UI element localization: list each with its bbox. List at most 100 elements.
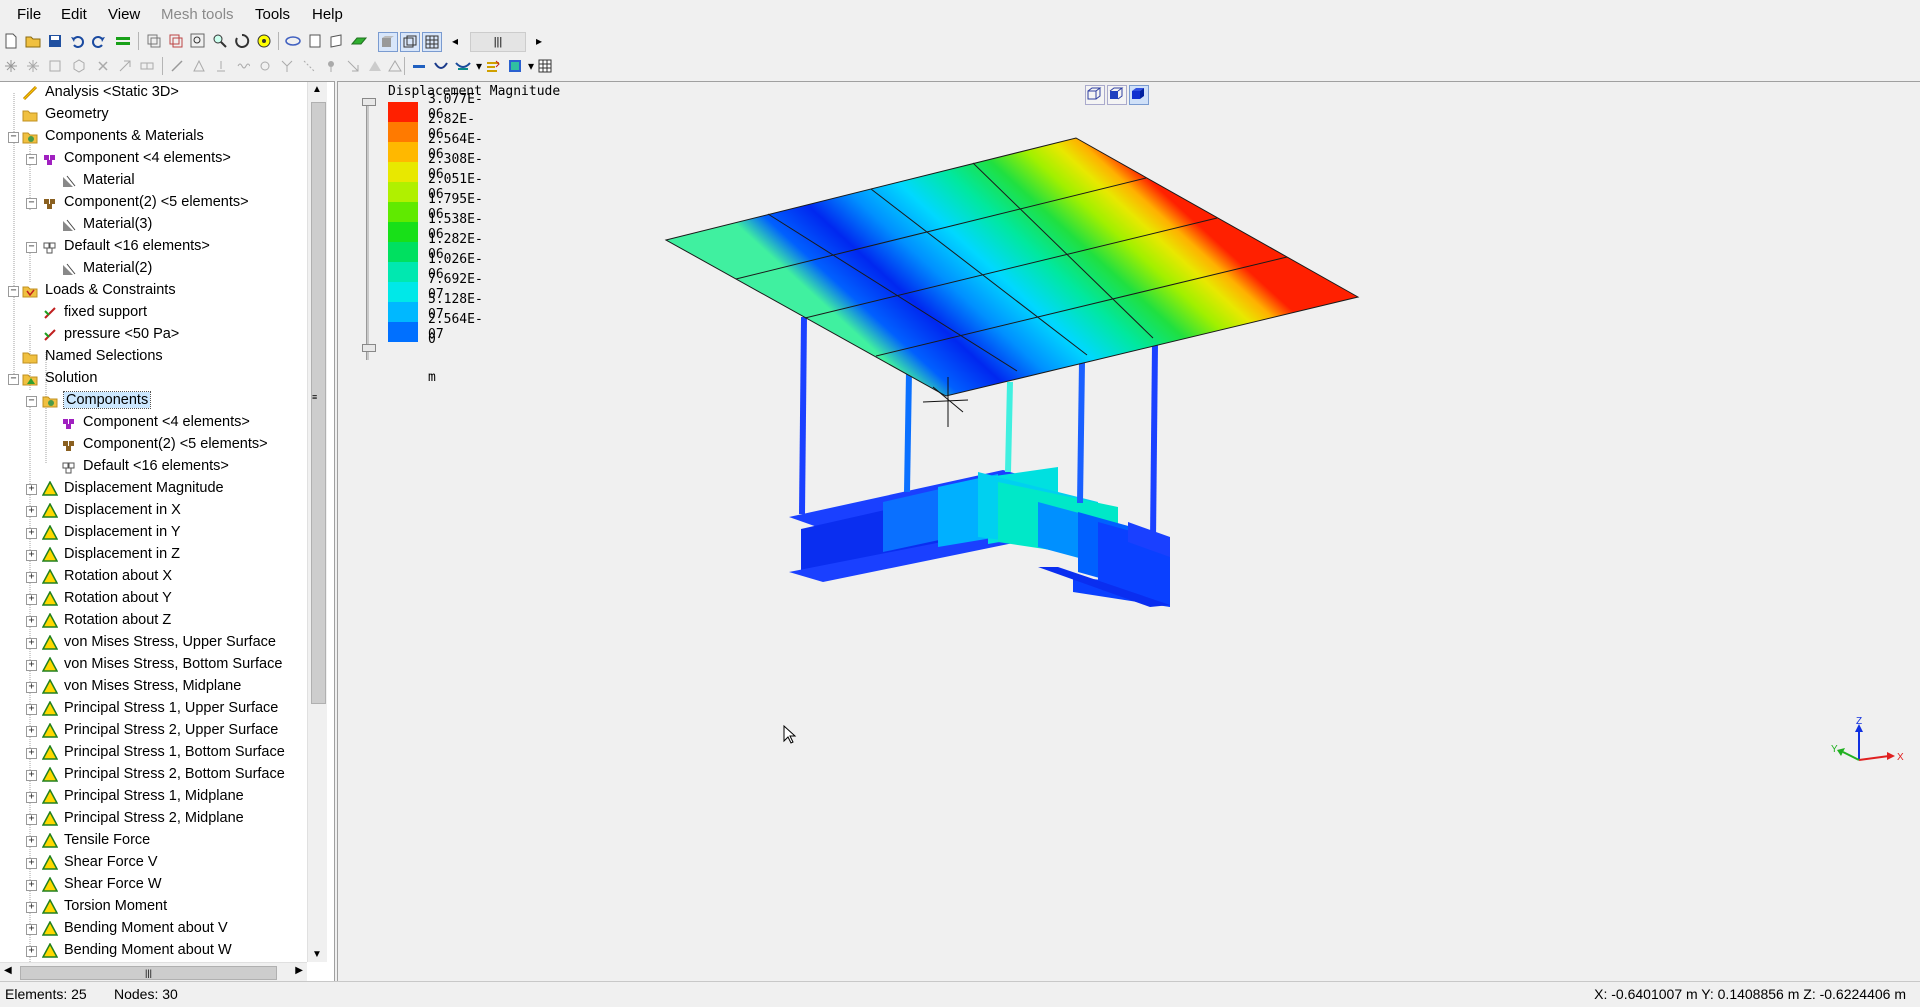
tree-item-named-selections[interactable]: Named Selections: [0, 346, 310, 368]
copy-view-icon[interactable]: [145, 32, 163, 50]
expand-icon[interactable]: +: [26, 946, 37, 957]
select-body-icon[interactable]: [70, 57, 88, 75]
expand-icon[interactable]: +: [26, 880, 37, 891]
curve-icon[interactable]: [432, 57, 450, 75]
expand-icon[interactable]: +: [26, 770, 37, 781]
tree-item-pressure[interactable]: pressure <50 Pa>: [0, 324, 310, 346]
tree-item-solution[interactable]: − Solution: [0, 368, 310, 390]
tree-item-material[interactable]: Material: [0, 170, 310, 192]
toolbar-scroll-thumb[interactable]: |||: [470, 32, 526, 52]
tree-item-components-materials[interactable]: − Components & Materials: [0, 126, 310, 148]
save-icon[interactable]: [46, 32, 64, 50]
collapse-icon[interactable]: −: [26, 396, 37, 407]
select-box-icon[interactable]: [46, 57, 64, 75]
scroll-thumb[interactable]: |||: [20, 966, 277, 980]
tree-item-result[interactable]: + Principal Stress 2, Upper Surface: [0, 720, 310, 742]
undo-icon[interactable]: [68, 32, 86, 50]
expand-icon[interactable]: +: [26, 748, 37, 759]
menu-tools[interactable]: Tools: [255, 6, 290, 23]
rotate-icon[interactable]: [233, 32, 251, 50]
tree-item-component[interactable]: − Component <4 elements>: [0, 148, 310, 170]
support-icon[interactable]: [212, 57, 230, 75]
select-node-icon[interactable]: [24, 57, 42, 75]
tree-item-result[interactable]: + Tensile Force: [0, 830, 310, 852]
expand-icon[interactable]: +: [26, 814, 37, 825]
tree-item-result[interactable]: + Displacement in Z: [0, 544, 310, 566]
scroll-right-icon[interactable]: ▶: [295, 965, 303, 976]
surface-view-icon[interactable]: [350, 32, 368, 50]
joint-icon[interactable]: [256, 57, 274, 75]
tree-item-material-2[interactable]: Material(2): [0, 258, 310, 280]
tree-vertical-scrollbar[interactable]: ▲ ≡ ▼: [307, 82, 327, 962]
tree-item-solution-default[interactable]: Default <16 elements>: [0, 456, 310, 478]
expand-icon[interactable]: +: [26, 902, 37, 913]
zoom-box-icon[interactable]: [189, 32, 207, 50]
tree-item-result[interactable]: + Bending Moment about V: [0, 918, 310, 940]
tree-item-result[interactable]: + Rotation about X: [0, 566, 310, 588]
expand-icon[interactable]: +: [26, 792, 37, 803]
collapse-icon[interactable]: −: [26, 198, 37, 209]
expand-icon[interactable]: +: [26, 704, 37, 715]
mesh-edges-icon[interactable]: [422, 32, 442, 52]
menu-help[interactable]: Help: [312, 6, 343, 23]
expand-icon[interactable]: +: [26, 550, 37, 561]
menu-mesh-tools[interactable]: Mesh tools: [161, 6, 234, 23]
beam-icon[interactable]: [410, 57, 428, 75]
tree-item-analysis[interactable]: Analysis <Static 3D>: [0, 82, 310, 104]
tree-item-geometry[interactable]: Geometry: [0, 104, 310, 126]
expand-icon[interactable]: +: [26, 726, 37, 737]
tree-item-result[interactable]: + Displacement in X: [0, 500, 310, 522]
collapse-icon[interactable]: −: [8, 374, 19, 385]
expand-icon[interactable]: +: [26, 660, 37, 671]
collapse-icon[interactable]: −: [26, 242, 37, 253]
expand-icon[interactable]: +: [26, 858, 37, 869]
collapse-icon[interactable]: −: [26, 154, 37, 165]
collapse-icon[interactable]: −: [8, 286, 19, 297]
tree-item-result[interactable]: + Displacement in Y: [0, 522, 310, 544]
tree-item-fixed-support[interactable]: fixed support: [0, 302, 310, 324]
area-load-icon[interactable]: [366, 57, 384, 75]
tree-item-material-3[interactable]: Material(3): [0, 214, 310, 236]
tree-item-result[interactable]: + Rotation about Y: [0, 588, 310, 610]
expand-icon[interactable]: +: [26, 616, 37, 627]
expand-icon[interactable]: +: [26, 836, 37, 847]
expand-icon[interactable]: +: [26, 506, 37, 517]
expand-icon[interactable]: +: [26, 924, 37, 935]
pressure-icon[interactable]: [344, 57, 362, 75]
duplicate-icon[interactable]: [167, 32, 185, 50]
constraint-icon[interactable]: [190, 57, 208, 75]
spring-icon[interactable]: [234, 57, 252, 75]
open-folder-icon[interactable]: [24, 32, 42, 50]
table-icon[interactable]: [536, 57, 554, 75]
scroll-down-icon[interactable]: ▼: [312, 949, 322, 960]
expand-icon[interactable]: +: [26, 528, 37, 539]
split-icon[interactable]: [116, 57, 134, 75]
page-view-icon[interactable]: [306, 32, 324, 50]
tree-item-loads-constraints[interactable]: − Loads & Constraints: [0, 280, 310, 302]
redo-icon[interactable]: [90, 32, 108, 50]
expand-icon[interactable]: +: [26, 638, 37, 649]
scroll-thumb[interactable]: [311, 102, 326, 704]
collapse-icon[interactable]: −: [8, 132, 19, 143]
line-tool-icon[interactable]: [168, 57, 186, 75]
tree-item-solution-components[interactable]: − Components: [0, 390, 310, 412]
tree-item-result[interactable]: + Principal Stress 2, Bottom Surface: [0, 764, 310, 786]
tree-item-default[interactable]: − Default <16 elements>: [0, 236, 310, 258]
menu-edit[interactable]: Edit: [61, 6, 87, 23]
tree-item-result[interactable]: + Rotation about Z: [0, 610, 310, 632]
wireframe-view-icon[interactable]: [400, 32, 420, 52]
merge-icon[interactable]: [138, 57, 156, 75]
tree-item-result[interactable]: + Principal Stress 2, Midplane: [0, 808, 310, 830]
sheet-view-icon[interactable]: [328, 32, 346, 50]
shaded-view-icon[interactable]: [378, 32, 398, 52]
fork-icon[interactable]: [278, 57, 296, 75]
tree-horizontal-scrollbar[interactable]: ◀ ||| ▶: [0, 962, 307, 982]
tree-item-component-2[interactable]: − Component(2) <5 elements>: [0, 192, 310, 214]
tree-item-result[interactable]: + Torsion Moment: [0, 896, 310, 918]
tree-item-result[interactable]: + Shear Force W: [0, 874, 310, 896]
pin-icon[interactable]: [322, 57, 340, 75]
tree-item-result[interactable]: + Bending Moment about W: [0, 940, 310, 962]
scroll-right-icon[interactable]: ▸: [530, 32, 548, 50]
connector-icon[interactable]: [300, 57, 318, 75]
tree-item-result[interactable]: + Principal Stress 1, Bottom Surface: [0, 742, 310, 764]
